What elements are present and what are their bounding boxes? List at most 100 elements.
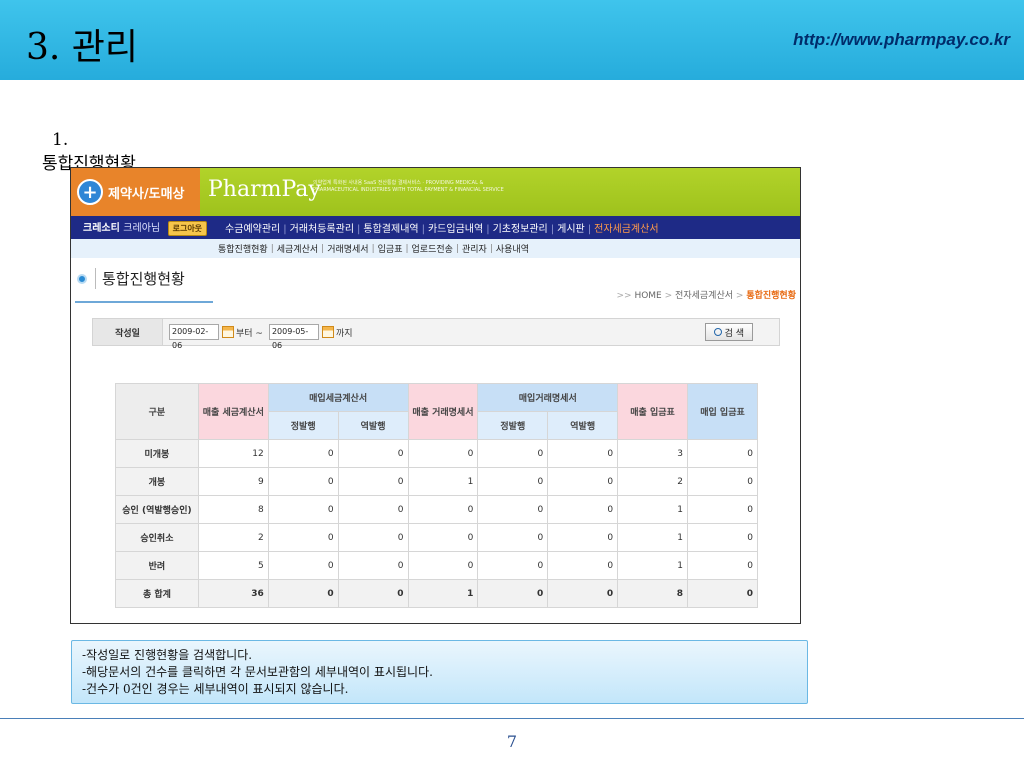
search-button-label: 검 색 (724, 328, 744, 339)
brand-logo[interactable]: PharmPay (208, 177, 321, 202)
bullet-icon (77, 273, 87, 284)
status-table: 구분 매출 세금계산서 매입세금계산서 매출 거래명세서 매입거래명세서 매출 … (115, 383, 758, 608)
count-cell[interactable]: 0 (547, 579, 619, 608)
count-cell[interactable]: 0 (547, 439, 619, 468)
nav-item-collection[interactable]: 수금예약관리 (225, 224, 280, 235)
count-cell[interactable]: 0 (267, 523, 339, 552)
count-cell[interactable]: 0 (267, 579, 339, 608)
count-cell[interactable]: 2 (617, 467, 688, 496)
count-cell[interactable]: 0 (687, 551, 758, 580)
count-cell[interactable]: 0 (547, 551, 619, 580)
count-cell[interactable]: 12 (197, 439, 269, 468)
count-cell[interactable]: 5 (197, 551, 269, 580)
breadcrumb: >> HOME > 전자세금계산서 > 통합진행현황 (616, 291, 796, 301)
sub-nav-item-statement[interactable]: 거래명세서 (327, 242, 368, 255)
row-label: 총 합계 (115, 579, 199, 608)
count-cell[interactable]: 0 (547, 523, 619, 552)
breadcrumb-parent[interactable]: 전자세금계산서 (675, 291, 733, 301)
sub-nav-item-tax-invoice[interactable]: 세금계산서 (277, 242, 318, 255)
count-cell[interactable]: 0 (687, 495, 758, 524)
to-date-field[interactable]: 2009-05-06 (268, 324, 319, 350)
sub-nav-item-overview[interactable]: 통합진행현황 (218, 242, 268, 255)
breadcrumb-home[interactable]: HOME (634, 291, 661, 301)
count-cell[interactable]: 8 (617, 579, 688, 608)
col-header-category: 구분 (115, 383, 199, 440)
count-cell[interactable]: 0 (477, 523, 549, 552)
count-cell[interactable]: 0 (407, 439, 479, 468)
count-cell[interactable]: 8 (197, 495, 269, 524)
count-cell[interactable]: 0 (477, 495, 549, 524)
count-cell[interactable]: 1 (617, 551, 688, 580)
count-cell[interactable]: 0 (687, 439, 758, 468)
footer-divider (0, 718, 1024, 719)
count-cell[interactable]: 0 (477, 551, 549, 580)
nav-item-clients[interactable]: 거래처등록관리 (290, 224, 354, 235)
brand-bar: + 제약사/도매상 PharmPay 의약업계 특화된 사내용 SaaS 전산통… (71, 168, 800, 216)
sub-nav-item-receipt[interactable]: 입금표 (378, 242, 403, 255)
count-cell[interactable]: 0 (547, 495, 619, 524)
search-icon (713, 328, 722, 336)
sub-nav-item-admin[interactable]: 관리자 (462, 242, 487, 255)
nav-item-payments[interactable]: 통합결제내역 (363, 224, 418, 235)
col-header-reverse: 역발행 (337, 411, 409, 440)
count-cell[interactable]: 0 (337, 579, 409, 608)
count-cell[interactable]: 0 (337, 495, 409, 524)
sub-nav-item-upload[interactable]: 업로드전송 (412, 242, 453, 255)
count-cell[interactable]: 0 (477, 467, 549, 496)
count-cell[interactable]: 0 (337, 467, 409, 496)
count-cell[interactable]: 0 (337, 439, 409, 468)
count-cell[interactable]: 0 (267, 551, 339, 580)
row-label: 반려 (115, 551, 199, 580)
count-cell[interactable]: 0 (337, 551, 409, 580)
total-row: 총 합계 36 0 0 1 0 0 8 0 (115, 579, 758, 608)
count-cell[interactable]: 1 (617, 495, 688, 524)
section-number: 1. (52, 130, 69, 150)
count-cell[interactable]: 0 (687, 523, 758, 552)
note-line: -건수가 0건인 경우는 세부내역이 표시되지 않습니다. (82, 682, 349, 696)
sub-nav-item-usage[interactable]: 사용내역 (496, 242, 529, 255)
col-header-forward: 정발행 (477, 411, 549, 440)
slide-url[interactable]: http://www.pharmpay.co.kr (793, 30, 1010, 50)
count-cell[interactable]: 0 (267, 439, 339, 468)
nav-item-e-tax-invoice[interactable]: 전자세금계산서 (594, 224, 658, 235)
count-cell[interactable]: 1 (617, 523, 688, 552)
count-cell[interactable]: 0 (687, 467, 758, 496)
col-header-forward: 정발행 (267, 411, 339, 440)
nav-item-basic-info[interactable]: 기초정보관리 (493, 224, 548, 235)
calendar-icon[interactable] (321, 326, 334, 338)
logout-button[interactable]: 로그아웃 (167, 221, 208, 236)
breadcrumb-prefix: >> (616, 291, 632, 301)
nav-item-board[interactable]: 게시판 (557, 224, 585, 235)
count-cell[interactable]: 0 (337, 523, 409, 552)
count-cell[interactable]: 0 (267, 467, 339, 496)
page-heading: 통합진행현황 (77, 268, 185, 289)
count-cell[interactable]: 0 (477, 439, 549, 468)
count-cell[interactable]: 0 (407, 551, 479, 580)
count-cell[interactable]: 0 (547, 467, 619, 496)
from-date-field[interactable]: 2009-02-06 (169, 324, 219, 350)
to-date-suffix: 까지 (335, 328, 353, 339)
from-date-suffix: 부터 ~ (236, 328, 263, 339)
count-cell[interactable]: 9 (197, 467, 269, 496)
search-button[interactable]: 검 색 (704, 323, 753, 341)
count-cell[interactable]: 36 (197, 579, 269, 608)
count-cell[interactable]: 1 (407, 579, 479, 608)
count-cell[interactable]: 0 (267, 495, 339, 524)
count-cell[interactable]: 1 (407, 467, 479, 496)
count-cell[interactable]: 0 (687, 579, 758, 608)
count-cell[interactable]: 0 (407, 523, 479, 552)
app-screenshot: + 제약사/도매상 PharmPay 의약업계 특화된 사내용 SaaS 전산통… (70, 167, 801, 624)
count-cell[interactable]: 0 (407, 495, 479, 524)
calendar-icon[interactable] (222, 326, 234, 338)
nav-item-card-deposits[interactable]: 카드입금내역 (428, 224, 483, 235)
count-cell[interactable]: 2 (197, 523, 269, 552)
nav-menu: 수금예약관리 | 거래처등록관리 | 통합결제내역 | 카드입금내역 | 기초정보관리 | 게시판 |… (225, 224, 659, 235)
count-cell[interactable]: 3 (617, 439, 688, 468)
brand-left: + 제약사/도매상 (71, 168, 200, 216)
page-title-underline (75, 301, 213, 303)
breadcrumb-current: 통합진행현황 (746, 291, 796, 301)
date-label: 작성일 (93, 319, 163, 345)
table-row: 반려 5 0 0 0 0 0 1 0 (115, 551, 758, 580)
row-label: 승인 (역발행승인) (115, 495, 199, 524)
count-cell[interactable]: 0 (477, 579, 549, 608)
